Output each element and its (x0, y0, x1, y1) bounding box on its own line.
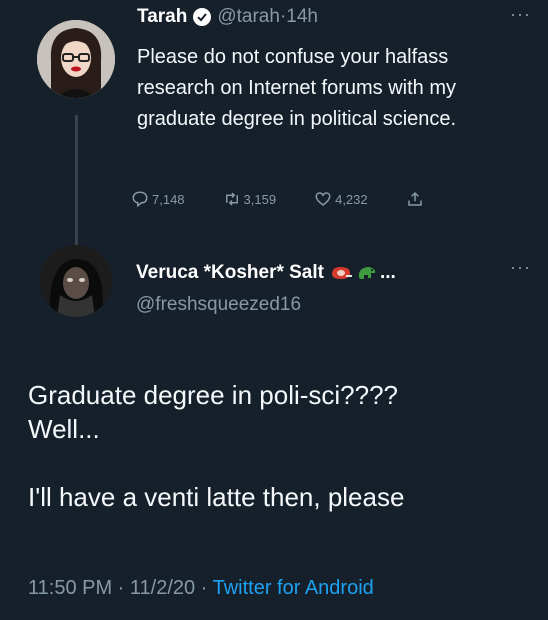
tweet-header: Tarah @tarah · 14h (137, 6, 318, 28)
like-button[interactable]: 4,232 (314, 190, 368, 208)
reply-tweet-header: Veruca *Kosher* Salt ... (136, 262, 396, 284)
user-handle[interactable]: @tarah (217, 6, 280, 28)
reply-icon (132, 191, 148, 208)
display-name-truncation: ... (379, 262, 396, 283)
steak-emoji-icon (331, 267, 352, 279)
more-icon[interactable]: ··· (510, 257, 531, 278)
tweet-meta-footer: 11:50 PM · 11/2/20 · Twitter for Android (28, 577, 374, 600)
like-count: 4,232 (335, 191, 368, 207)
reply-count: 7,148 (152, 191, 185, 207)
reply-time[interactable]: 11:50 PM (28, 577, 112, 599)
reply-line-2: Well... (28, 414, 100, 444)
reply-user-handle[interactable]: @freshsqueezed16 (136, 294, 301, 316)
tweet-text: Please do not confuse your halfass resea… (137, 46, 457, 130)
share-button[interactable] (406, 190, 427, 208)
reply-button[interactable]: 7,148 (131, 190, 185, 208)
reply-line-3: I'll have a venti latte then, please (28, 482, 405, 512)
original-tweet[interactable]: Tarah @tarah · 14h ··· Please do not con… (0, 0, 548, 245)
reply-tweet-text: Graduate degree in poli-sci???? Well... … (28, 378, 528, 514)
retweet-count: 3,159 (243, 191, 277, 207)
thread-connector-line (75, 115, 78, 245)
avatar-veruca[interactable] (40, 245, 112, 317)
tweet-actions: 7,148 3,159 4,232 (131, 190, 427, 208)
retweet-icon (225, 192, 238, 206)
verified-badge-icon (193, 8, 212, 26)
tweet-source-link[interactable]: Twitter for Android (213, 577, 374, 599)
share-icon (407, 191, 422, 206)
more-icon[interactable]: ··· (510, 4, 531, 25)
reply-display-name[interactable]: Veruca *Kosher* Salt (136, 262, 324, 284)
footer-separator: · (112, 577, 130, 599)
tweet-timestamp[interactable]: 14h (286, 6, 318, 28)
display-name[interactable]: Tarah (137, 6, 187, 28)
reply-line-1: Graduate degree in poli-sci???? (28, 380, 399, 410)
dinosaur-emoji-icon (358, 267, 376, 279)
reply-date[interactable]: 11/2/20 (130, 577, 195, 599)
footer-separator: · (195, 577, 213, 599)
avatar-tarah[interactable] (37, 20, 115, 98)
like-icon (315, 192, 331, 206)
retweet-button[interactable]: 3,159 (223, 190, 277, 208)
